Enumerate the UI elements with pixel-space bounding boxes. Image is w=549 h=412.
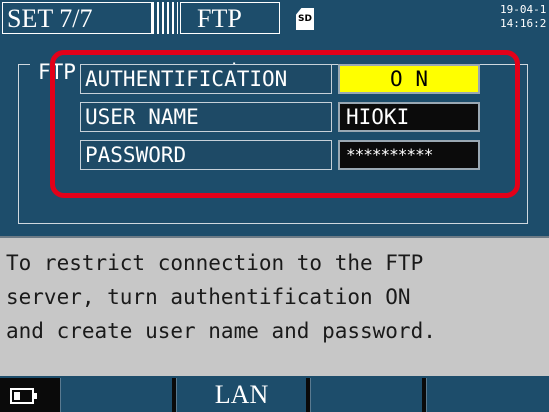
date-text: 19-04-1: [500, 3, 547, 16]
highlight-callout-frame: [50, 50, 520, 198]
status-bar: SET 7/7 FTP SD 19-04-1 14:16:2: [0, 0, 549, 36]
function-key-lan[interactable]: LAN: [176, 378, 306, 412]
battery-icon: [10, 388, 37, 404]
date-time-readout: 19-04-1 14:16:2: [500, 3, 549, 31]
device-screen: SET 7/7 FTP SD 19-04-1 14:16:2 FTP serve…: [0, 0, 549, 412]
tab-separator-stripes: [152, 2, 178, 34]
function-key-bar: LAN: [0, 378, 549, 412]
time-text: 14:16:2: [500, 17, 547, 30]
help-panel: To restrict connection to the FTP server…: [0, 236, 549, 376]
settings-page-indicator[interactable]: SET 7/7: [2, 2, 152, 34]
function-key-4[interactable]: [426, 378, 549, 412]
help-text: To restrict connection to the FTP server…: [6, 251, 436, 343]
function-key-1[interactable]: [60, 378, 172, 412]
tab-ftp[interactable]: FTP: [180, 2, 280, 34]
function-key-3[interactable]: [310, 378, 422, 412]
sd-card-icon: SD: [296, 8, 314, 30]
